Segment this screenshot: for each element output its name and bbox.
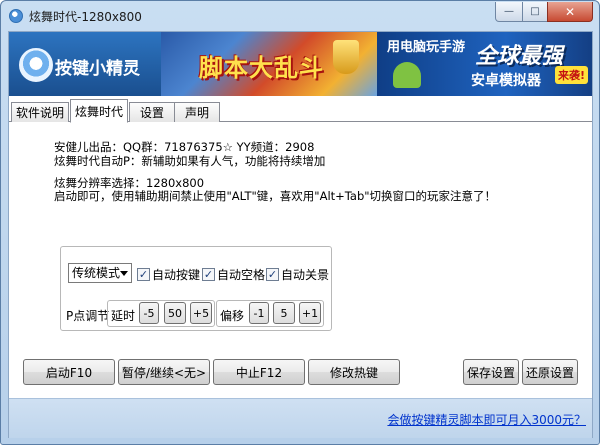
promo-link[interactable]: 会做按键精灵脚本即可月入3000元？ [387,411,586,428]
trophy-icon [333,40,359,74]
checkbox-checked-icon: ✓ [202,268,215,281]
save-settings-button[interactable]: 保存设置 [463,359,519,385]
ad2-top-text: 用电脑玩手游 [387,40,466,55]
maximize-button[interactable]: □ [522,2,548,22]
main-window: 炫舞时代-1280x800 — □ ✕ 按键小精灵 脚本大乱斗 用电脑玩手游 全… [0,0,600,445]
minimize-button[interactable]: — [495,2,523,22]
tab-bar: 软件说明 炫舞时代 设置 声明 [9,99,592,123]
mode-select[interactable]: 传统模式 [68,263,132,283]
ad-banner-emulator[interactable]: 用电脑玩手游 全球最强 安卓模拟器 来袭! [377,32,592,96]
chevron-down-icon [120,271,128,276]
tab-statement[interactable]: 声明 [174,102,220,122]
ad2-badge: 来袭! [555,66,589,84]
auto-close-label: 自动关景 [281,268,330,282]
modify-hotkey-button[interactable]: 修改热键 [308,359,400,385]
pause-resume-button[interactable]: 暂停/继续<无> [118,359,210,385]
tab-dance-era[interactable]: 炫舞时代 [70,99,128,123]
restore-settings-button[interactable]: 还原设置 [522,359,578,385]
auto-space-checkbox[interactable]: ✓ 自动空格 [202,266,265,283]
delay-value: 50 [164,302,186,324]
delay-minus-button[interactable]: -5 [139,302,159,324]
delay-label: 延时 [111,309,136,323]
p-adjust-label: P点调节 [66,309,110,323]
offset-label: 偏移 [220,309,245,323]
delay-plus-button[interactable]: +5 [190,302,212,324]
logo-icon [19,48,53,82]
ad1-text: 脚本大乱斗 [199,54,324,82]
auto-close-checkbox[interactable]: ✓ 自动关景 [266,266,329,283]
close-button[interactable]: ✕ [547,2,593,22]
footer-bar: 会做按键精灵脚本即可月入3000元？ [9,398,592,438]
logo-text: 按键小精灵 [55,59,140,79]
offset-minus-button[interactable]: -1 [249,302,269,324]
banner: 按键小精灵 脚本大乱斗 用电脑玩手游 全球最强 安卓模拟器 来袭! [9,32,592,96]
auto-key-label: 自动按键 [152,268,201,282]
title-bar[interactable]: 炫舞时代-1280x800 — □ ✕ [1,1,599,31]
checkbox-checked-icon: ✓ [266,268,279,281]
stop-button[interactable]: 中止F12 [213,359,305,385]
mode-select-value: 传统模式 [72,266,121,280]
checkbox-checked-icon: ✓ [137,268,150,281]
ad2-sub-text: 安卓模拟器 [471,73,541,89]
offset-plus-button[interactable]: +1 [299,302,321,324]
window-title: 炫舞时代-1280x800 [29,10,142,24]
ad2-big-text: 全球最强 [475,44,564,69]
auto-space-label: 自动空格 [217,268,266,282]
android-icon [393,62,421,88]
client-area: 按键小精灵 脚本大乱斗 用电脑玩手游 全球最强 安卓模拟器 来袭! 软件说明 炫… [8,31,593,438]
info-line-2: 炫舞时代自动P：新辅助如果有人气，功能将持续增加 [54,154,326,168]
logo[interactable]: 按键小精灵 [9,32,161,96]
offset-value: 5 [273,302,295,324]
info-line-4: 启动即可，使用辅助期间禁止使用"ALT"键，喜欢用"Alt+Tab"切换窗口的玩… [54,189,497,203]
app-icon [9,9,23,23]
ad-banner-script-battle[interactable]: 脚本大乱斗 [161,32,377,96]
tab-software-info[interactable]: 软件说明 [11,102,69,122]
auto-key-checkbox[interactable]: ✓ 自动按键 [137,266,200,283]
start-button[interactable]: 启动F10 [23,359,115,385]
tab-settings[interactable]: 设置 [129,102,175,122]
